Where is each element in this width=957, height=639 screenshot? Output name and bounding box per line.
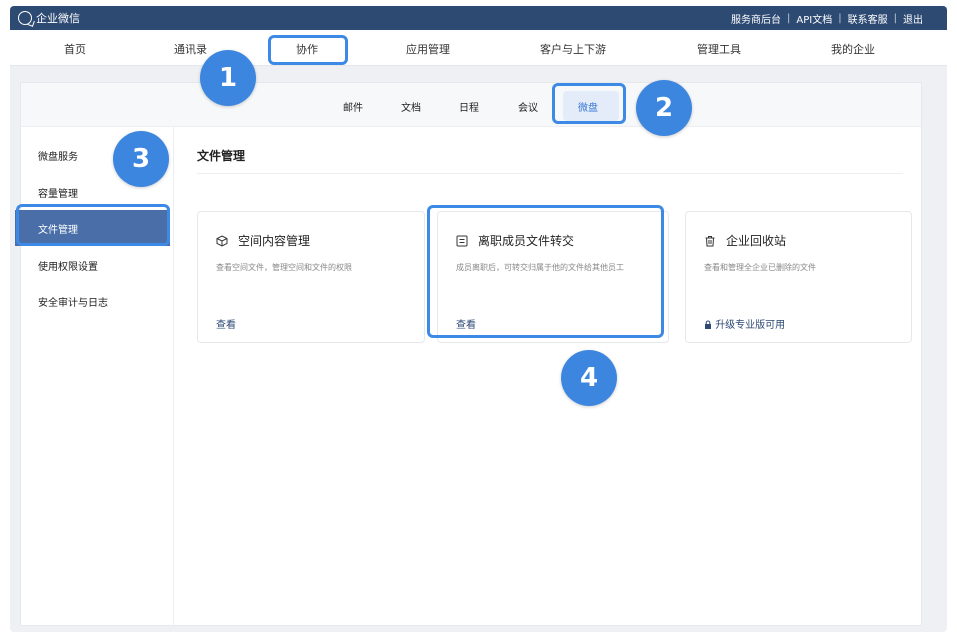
- upgrade-label: 升级专业版可用: [715, 320, 786, 331]
- tab-docs[interactable]: 文档: [401, 99, 421, 114]
- nav-home[interactable]: 首页: [64, 41, 86, 57]
- sidebar-item-audit-logs[interactable]: 安全审计与日志: [21, 283, 174, 319]
- sidebar-item-file-management[interactable]: 文件管理: [15, 210, 170, 246]
- sub-nav: 邮件 文档 日程 会议 微盘: [21, 83, 921, 127]
- card-description: 查看和管理全企业已删除的文件: [704, 263, 816, 272]
- card-departed-member-transfer[interactable]: 离职成员文件转交 成员离职后，可转交归属于他的文件给其他员工 查看: [437, 211, 669, 343]
- card-description: 成员离职后，可转交归属于他的文件给其他员工: [456, 263, 624, 272]
- service-provider-link[interactable]: 服务商后台: [731, 11, 781, 26]
- tab-wedrive[interactable]: 微盘: [578, 99, 598, 114]
- step-badge-1: 1: [200, 50, 256, 106]
- sidebar-item-label: 容量管理: [38, 189, 78, 200]
- api-docs-link[interactable]: API文档: [796, 11, 832, 26]
- card-header: 离职成员文件转交: [456, 232, 574, 249]
- app-window: 企业微信 服务商后台 | API文档 | 联系客服 | 退出 首页 通讯录 协作…: [10, 6, 947, 632]
- step-badge-3: 3: [113, 131, 169, 187]
- transfer-icon: [456, 235, 468, 246]
- sidebar-item-label: 安全审计与日志: [38, 298, 108, 309]
- nav-admin-tools[interactable]: 管理工具: [697, 41, 741, 57]
- sidebar-item-label: 文件管理: [38, 225, 78, 236]
- sidebar-item-label: 使用权限设置: [38, 262, 98, 273]
- nav-collaboration[interactable]: 协作: [296, 41, 318, 57]
- card-title: 企业回收站: [726, 234, 787, 248]
- card-recycle-bin[interactable]: 企业回收站 查看和管理全企业已删除的文件 升级专业版可用: [685, 211, 912, 343]
- card-header: 企业回收站: [704, 232, 786, 249]
- contact-support-link[interactable]: 联系客服: [848, 11, 888, 26]
- separator: |: [787, 13, 791, 24]
- nav-app-management[interactable]: 应用管理: [406, 41, 450, 57]
- sidebar-item-label: 微盘服务: [38, 152, 78, 163]
- card-title: 空间内容管理: [238, 234, 311, 248]
- page-title: 文件管理: [197, 149, 246, 163]
- card-title: 离职成员文件转交: [478, 234, 575, 248]
- app-logo[interactable]: 企业微信: [18, 10, 80, 26]
- nav-contacts[interactable]: 通讯录: [174, 41, 207, 57]
- chat-bubble-icon: [18, 11, 32, 25]
- main-nav: 首页 通讯录 协作 应用管理 客户与上下游 管理工具 我的企业: [10, 30, 947, 66]
- cube-icon: [216, 234, 228, 247]
- tab-calendar[interactable]: 日程: [459, 99, 479, 114]
- step-badge-2: 2: [636, 80, 692, 136]
- lock-icon: [705, 320, 711, 329]
- tab-meeting[interactable]: 会议: [518, 99, 538, 114]
- trash-icon: [705, 235, 715, 246]
- logout-link[interactable]: 退出: [903, 11, 923, 26]
- upgrade-link[interactable]: 升级专业版可用: [704, 316, 785, 331]
- card-space-content[interactable]: 空间内容管理 查看空间文件，管理空间和文件的权限 查看: [197, 211, 425, 343]
- top-bar: 企业微信 服务商后台 | API文档 | 联系客服 | 退出: [10, 6, 947, 30]
- card-description: 查看空间文件，管理空间和文件的权限: [216, 263, 352, 272]
- nav-customers[interactable]: 客户与上下游: [540, 41, 606, 57]
- nav-my-enterprise[interactable]: 我的企业: [831, 41, 875, 57]
- view-link[interactable]: 查看: [216, 316, 236, 331]
- card-header: 空间内容管理: [216, 232, 310, 249]
- step-badge-4: 4: [561, 350, 617, 406]
- sidebar-item-permissions[interactable]: 使用权限设置: [21, 247, 174, 283]
- tab-mail[interactable]: 邮件: [343, 99, 363, 114]
- separator: |: [893, 13, 897, 24]
- divider: [197, 173, 903, 174]
- top-links: 服务商后台 | API文档 | 联系客服 | 退出: [731, 11, 923, 26]
- view-link[interactable]: 查看: [456, 316, 476, 331]
- sidebar: 微盘服务 容量管理 文件管理 使用权限设置 安全审计与日志: [15, 127, 174, 625]
- app-name: 企业微信: [36, 12, 80, 25]
- separator: |: [838, 13, 842, 24]
